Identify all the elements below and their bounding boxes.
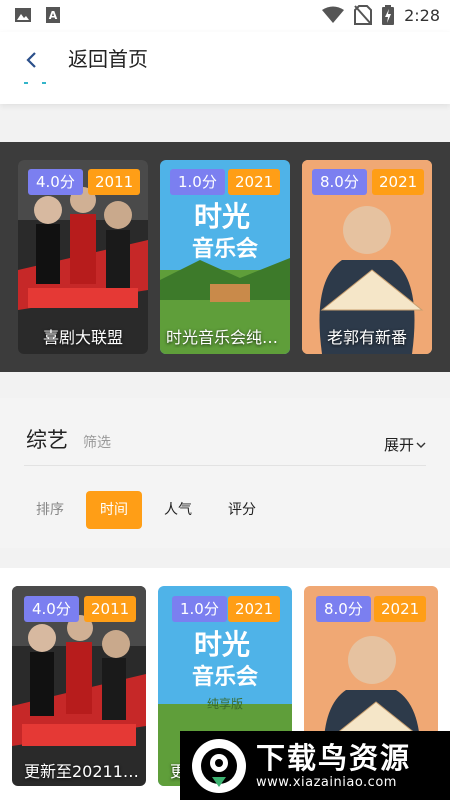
banner-card[interactable]: 8.0分 2021 老郭有新番	[302, 160, 432, 354]
poster-text: 纯享版	[207, 696, 243, 711]
poster-text: 音乐会	[192, 236, 258, 262]
battery-charging-icon	[382, 5, 395, 25]
expand-button[interactable]: 展开	[384, 434, 426, 455]
wifi-icon	[322, 6, 345, 23]
rating-badge: 4.0分	[28, 169, 83, 195]
font-icon: A	[46, 7, 60, 23]
sort-chip-time[interactable]: 时间	[86, 491, 142, 529]
status-bar: A 2:28	[0, 0, 450, 32]
sort-chip-order[interactable]: 排序	[22, 491, 78, 529]
rating-badge: 4.0分	[24, 596, 79, 622]
banner-card[interactable]: 时光 音乐会 1.0分 2021 时光音乐会纯享版	[160, 160, 290, 354]
sort-chip-rating[interactable]: 评分	[214, 491, 270, 529]
watermark-brand: 下载鸟资源	[256, 740, 412, 775]
banner-card[interactable]: 4.0分 2011 喜剧大联盟	[18, 160, 148, 354]
svg-text:A: A	[49, 9, 58, 22]
divider	[24, 465, 426, 466]
rating-badge: 1.0分	[170, 169, 225, 195]
filter-section: 综艺 筛选 展开 排序 时间 人气 评分	[0, 398, 450, 548]
watermark-url: www.xiazainiao.com	[256, 774, 397, 790]
category-title: 综艺	[26, 428, 68, 452]
sort-options: 排序 时间 人气 评分	[22, 491, 270, 529]
card-title: 时光音乐会纯享版	[166, 328, 290, 347]
grid-card[interactable]: 4.0分 2011 更新至2021120...	[12, 586, 146, 786]
sort-chip-popularity[interactable]: 人气	[150, 491, 206, 529]
year-badge: 2021	[372, 169, 425, 195]
rating-badge: 1.0分	[172, 596, 227, 622]
no-sim-icon	[354, 5, 373, 25]
filter-label[interactable]: 筛选	[83, 432, 111, 452]
back-button[interactable]	[16, 44, 48, 76]
app-bar: 返回首页	[0, 32, 450, 104]
image-icon	[15, 8, 31, 22]
poster-text: 音乐会	[192, 664, 258, 690]
status-time: 2:28	[404, 5, 440, 25]
bird-logo-icon	[192, 738, 246, 793]
card-title: 更新至2021120...	[24, 762, 146, 781]
year-badge: 2021	[228, 596, 281, 622]
rating-badge: 8.0分	[316, 596, 371, 622]
expand-label: 展开	[383, 436, 414, 454]
year-badge: 2011	[88, 169, 141, 195]
tab-indicator-dots	[24, 82, 46, 84]
card-title: 老郭有新番	[326, 328, 407, 347]
watermark: 下载鸟资源 www.xiazainiao.com	[180, 731, 450, 800]
chevron-left-icon	[26, 52, 36, 68]
rating-badge: 8.0分	[312, 169, 367, 195]
page-title: 返回首页	[68, 47, 148, 71]
poster-text: 时光	[194, 200, 250, 233]
year-badge: 2021	[228, 169, 281, 195]
chevron-down-icon	[416, 442, 426, 448]
featured-banner[interactable]: 4.0分 2011 喜剧大联盟 时光 音乐会 1.0分 2021 时光音乐会纯享…	[0, 142, 450, 372]
year-badge: 2021	[374, 596, 427, 622]
year-badge: 2011	[84, 596, 137, 622]
poster-text: 时光	[194, 628, 250, 661]
card-title: 喜剧大联盟	[42, 328, 123, 347]
